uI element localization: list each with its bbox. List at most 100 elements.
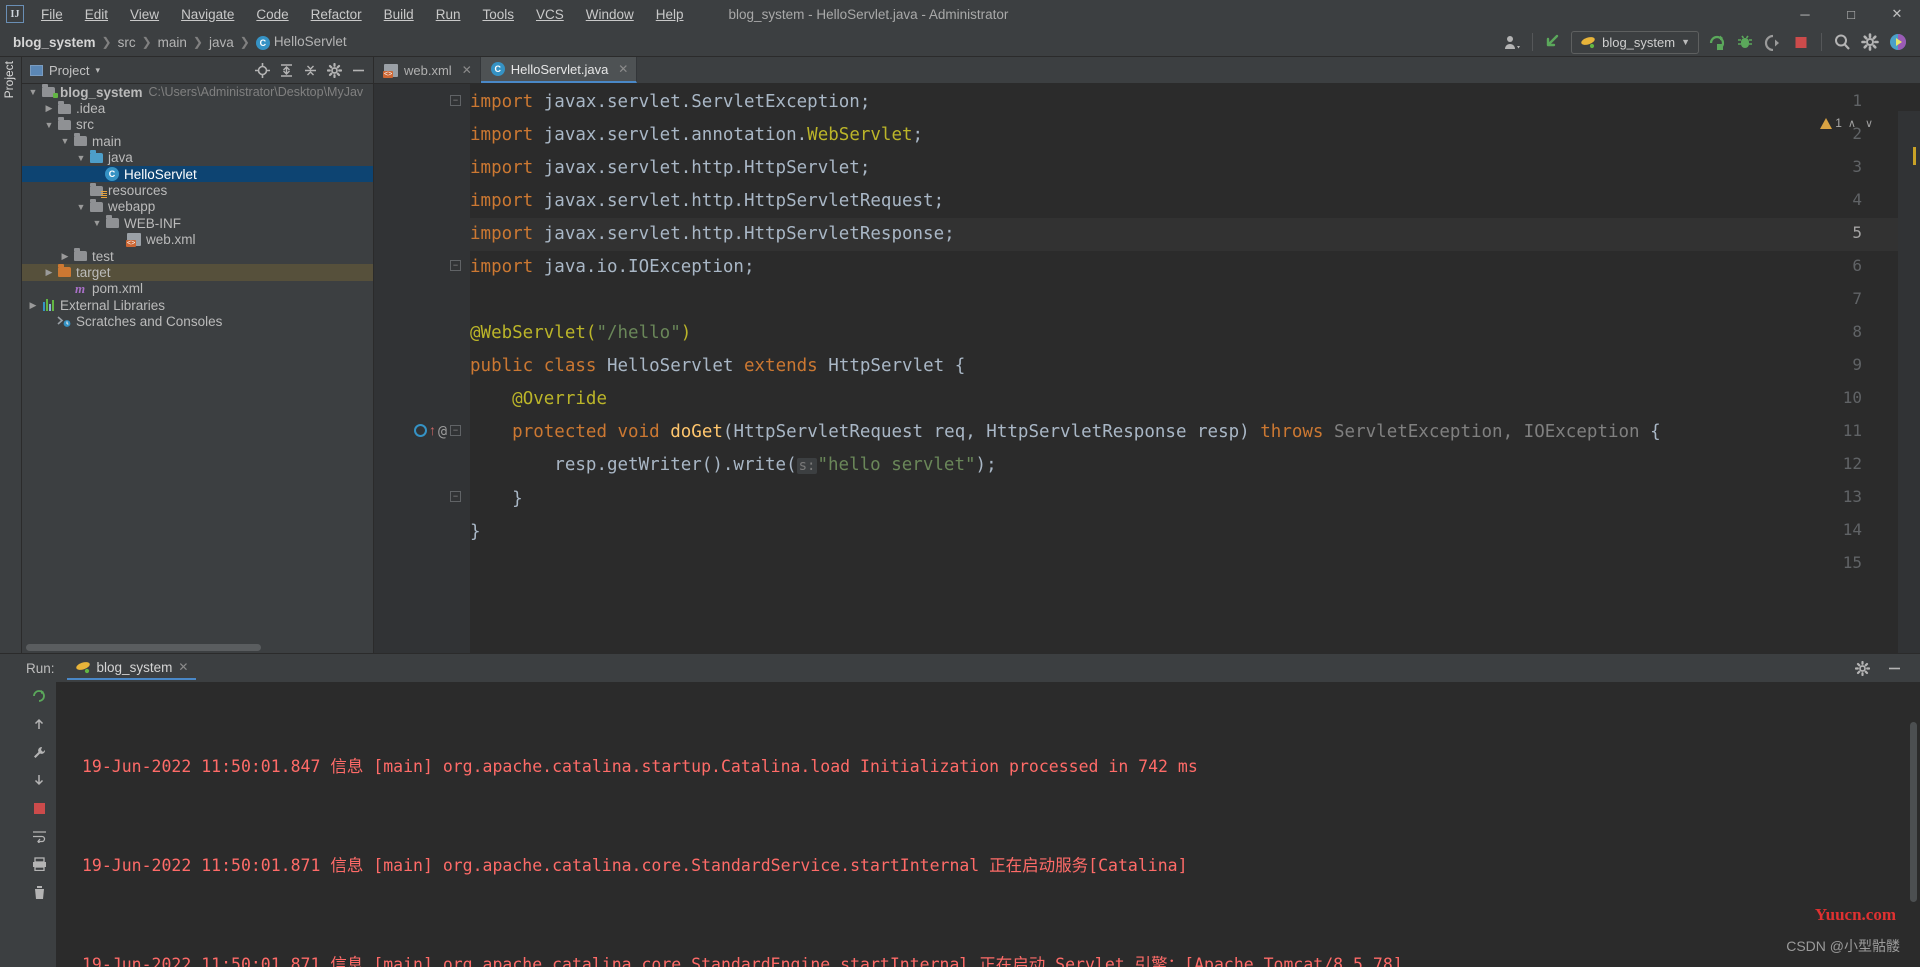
- tree-node-external-libraries[interactable]: ▶ External Libraries: [22, 297, 373, 313]
- tree-node-blog-system[interactable]: ▼ blog_system C:\Users\Administrator\Des…: [22, 84, 373, 100]
- tree-node-main[interactable]: ▼ main: [22, 133, 373, 149]
- fold-marker-import-io[interactable]: −: [450, 260, 461, 271]
- expand-all-icon[interactable]: [275, 60, 297, 80]
- tree-node-scratches-and-consoles[interactable]: ▶ Scratches and Consoles: [22, 313, 373, 329]
- tree-node-idea[interactable]: ▶ .idea: [22, 100, 373, 116]
- rerun-icon[interactable]: [22, 682, 56, 710]
- chevron-down-icon[interactable]: ▼: [74, 151, 88, 165]
- tree-node-web-inf[interactable]: ▼ WEB-INF: [22, 215, 373, 231]
- tree-node-test[interactable]: ▶ test: [22, 248, 373, 264]
- minimize-icon[interactable]: [1880, 656, 1908, 680]
- run-configuration-selector[interactable]: blog_system ▼: [1571, 31, 1699, 54]
- menu-run[interactable]: Run: [425, 4, 472, 25]
- menu-build[interactable]: Build: [373, 4, 425, 25]
- chevron-down-icon[interactable]: ▾: [95, 65, 100, 76]
- clear-all-icon[interactable]: [22, 878, 56, 906]
- menu-refactor[interactable]: Refactor: [300, 4, 373, 25]
- fold-marker-imports[interactable]: −: [450, 95, 461, 106]
- menu-code[interactable]: Code: [245, 4, 299, 25]
- code-editor[interactable]: 1 2 3 4 5 6 7 8 9 10 11 12 13 14 15 − − …: [374, 84, 1920, 653]
- chevron-right-icon[interactable]: ▶: [42, 102, 56, 116]
- chevron-right-icon[interactable]: ▶: [26, 298, 40, 312]
- gear-icon[interactable]: [1856, 30, 1884, 54]
- console-output[interactable]: 19-Jun-2022 11:50:01.847 信息 [main] org.a…: [56, 682, 1920, 967]
- close-icon[interactable]: ✕: [618, 62, 628, 76]
- maximize-button[interactable]: □: [1828, 0, 1874, 28]
- close-icon[interactable]: ✕: [178, 660, 188, 674]
- menu-window[interactable]: Window: [575, 4, 645, 25]
- tree-node-target[interactable]: ▶ target: [22, 264, 373, 280]
- breadcrumb-blog-system[interactable]: blog_system: [8, 34, 101, 51]
- tree-label: java: [108, 150, 133, 165]
- fold-marker-doget[interactable]: −: [450, 425, 461, 436]
- scroll-up-icon[interactable]: [22, 710, 56, 738]
- chevron-down-icon[interactable]: ▼: [74, 200, 88, 214]
- menu-edit[interactable]: Edit: [74, 4, 119, 25]
- user-icon[interactable]: [1498, 30, 1526, 54]
- chevron-down-icon[interactable]: ▼: [42, 118, 56, 132]
- tool-window-project[interactable]: Project: [2, 61, 16, 98]
- breadcrumb-src[interactable]: src: [113, 34, 141, 51]
- warning-stripe-mark[interactable]: [1913, 147, 1916, 165]
- code-text[interactable]: import javax.servlet.ServletException; i…: [470, 84, 1898, 653]
- menu-navigate[interactable]: Navigate: [170, 4, 245, 25]
- assistant-icon[interactable]: [1884, 30, 1912, 54]
- tree-label: .idea: [76, 101, 105, 116]
- breadcrumb-java[interactable]: java: [204, 34, 239, 51]
- chevron-down-icon[interactable]: ▼: [26, 85, 40, 99]
- code-l9-super: HttpServlet {: [828, 356, 965, 376]
- chevron-down-icon[interactable]: ▼: [90, 216, 104, 230]
- override-method-icon[interactable]: [414, 424, 427, 437]
- search-icon[interactable]: [1828, 30, 1856, 54]
- project-tree-horizontal-scrollbar[interactable]: [26, 644, 261, 651]
- tree-node-src[interactable]: ▼ src: [22, 117, 373, 133]
- folder-icon: [56, 118, 72, 132]
- update-arrow-icon[interactable]: [1539, 30, 1567, 54]
- editor-tab-helloservlet-java[interactable]: C HelloServlet.java ✕: [481, 57, 638, 83]
- tree-node-pom-xml[interactable]: ▶ m pom.xml: [22, 281, 373, 297]
- menu-tools[interactable]: Tools: [471, 4, 525, 25]
- menu-vcs[interactable]: VCS: [525, 4, 575, 25]
- minimize-button[interactable]: ─: [1782, 0, 1828, 28]
- tree-node-java[interactable]: ▼ java: [22, 150, 373, 166]
- menu-file[interactable]: File: [30, 4, 74, 25]
- breadcrumb-main[interactable]: main: [153, 34, 192, 51]
- chevron-right-icon[interactable]: ▶: [58, 249, 72, 263]
- locate-icon[interactable]: [251, 60, 273, 80]
- editor-error-stripe[interactable]: [1898, 111, 1920, 653]
- tree-node-web-xml[interactable]: ▶ web.xml: [22, 232, 373, 248]
- stop-icon[interactable]: [22, 794, 56, 822]
- close-button[interactable]: ✕: [1874, 0, 1920, 28]
- gear-icon[interactable]: [323, 60, 345, 80]
- hide-panel-icon[interactable]: [347, 60, 369, 80]
- menu-help[interactable]: Help: [645, 4, 695, 25]
- run-icon[interactable]: [1703, 30, 1731, 54]
- chevron-right-icon[interactable]: ▶: [42, 265, 56, 279]
- tree-node-helloservlet[interactable]: ▶ C HelloServlet: [22, 166, 373, 182]
- run-tab-blog-system[interactable]: blog_system ✕: [67, 657, 197, 680]
- close-icon[interactable]: ✕: [462, 63, 472, 77]
- collapse-all-icon[interactable]: [299, 60, 321, 80]
- wrench-icon[interactable]: [22, 738, 56, 766]
- inspection-widget[interactable]: 1 ∧ ∨: [1820, 116, 1876, 130]
- gear-icon[interactable]: [1848, 656, 1876, 680]
- fold-marker-doget-end[interactable]: −: [450, 491, 461, 502]
- chevron-up-icon[interactable]: ∧: [1845, 117, 1859, 130]
- scroll-down-icon[interactable]: [22, 766, 56, 794]
- soft-wrap-icon[interactable]: [22, 822, 56, 850]
- stop-icon[interactable]: [1787, 30, 1815, 54]
- coverage-icon[interactable]: [1759, 30, 1787, 54]
- tree-node-resources[interactable]: ▶ resources: [22, 182, 373, 198]
- chevron-down-icon[interactable]: ∨: [1862, 117, 1876, 130]
- editor-gutter[interactable]: [374, 84, 470, 653]
- console-vertical-scrollbar[interactable]: [1910, 722, 1917, 902]
- editor-tab-web-xml[interactable]: web.xml ✕: [374, 57, 481, 83]
- print-icon[interactable]: [22, 850, 56, 878]
- debug-icon[interactable]: [1731, 30, 1759, 54]
- tree-node-webapp[interactable]: ▼ webapp: [22, 199, 373, 215]
- project-panel-title-group[interactable]: Project ▾: [30, 63, 100, 78]
- gutter-marks-line-11[interactable]: ↑ @: [414, 414, 447, 447]
- breadcrumb-helloservlet[interactable]: CHelloServlet: [251, 33, 352, 50]
- chevron-down-icon[interactable]: ▼: [58, 134, 72, 148]
- menu-view[interactable]: View: [119, 4, 170, 25]
